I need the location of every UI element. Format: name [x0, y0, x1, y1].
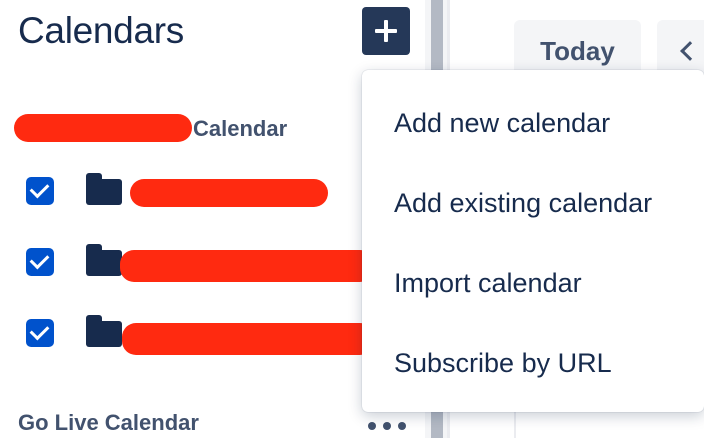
- checkmark-icon: [29, 320, 50, 341]
- folder-icon: [86, 173, 122, 207]
- menu-item-import-calendar[interactable]: Import calendar: [362, 243, 704, 323]
- more-horizontal-icon[interactable]: [366, 418, 408, 432]
- calendar-item[interactable]: [26, 315, 376, 355]
- go-live-calendar-group-label: Go Live Calendar: [18, 410, 199, 435]
- calendar-checkbox[interactable]: [26, 177, 54, 205]
- calendar-item[interactable]: [26, 173, 376, 211]
- redacted-text: [14, 114, 192, 142]
- checkmark-icon: [29, 178, 50, 199]
- checkmark-icon: [29, 249, 50, 270]
- menu-item-add-new-calendar[interactable]: Add new calendar: [362, 83, 704, 163]
- folder-icon: [86, 244, 122, 278]
- folder-icon: [86, 315, 122, 349]
- chevron-left-icon: [680, 41, 700, 61]
- redacted-calendar-name: [130, 179, 328, 207]
- redacted-calendar-name: [122, 323, 374, 355]
- calendar-checkbox[interactable]: [26, 248, 54, 276]
- redacted-calendar-name: [120, 250, 374, 282]
- calendar-item[interactable]: [26, 244, 376, 282]
- menu-item-subscribe-by-url[interactable]: Subscribe by URL: [362, 323, 704, 403]
- page-title: Calendars: [18, 10, 184, 51]
- calendar-checkbox[interactable]: [26, 319, 54, 347]
- add-calendar-button[interactable]: [362, 7, 410, 55]
- calendar-group-label: Calendar: [193, 116, 288, 141]
- add-calendar-dropdown-menu: Add new calendar Add existing calendar I…: [362, 70, 704, 412]
- menu-item-add-existing-calendar[interactable]: Add existing calendar: [362, 163, 704, 243]
